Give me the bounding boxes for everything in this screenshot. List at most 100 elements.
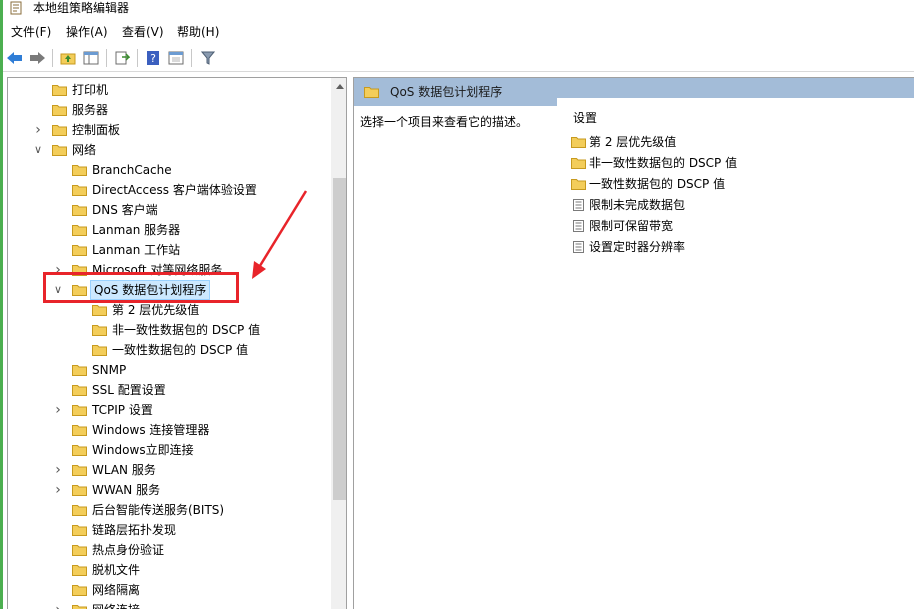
- chevron-right-icon[interactable]: ›: [52, 463, 64, 477]
- tree-item-label: 第 2 层优先级值: [112, 303, 200, 317]
- column-header-setting[interactable]: 设置: [573, 110, 597, 126]
- menu-view[interactable]: 查看(V): [120, 24, 166, 40]
- folder-icon: [72, 465, 87, 476]
- tree-item[interactable]: › 控制面板: [8, 120, 330, 140]
- tree-item-label: Windows 连接管理器: [92, 423, 210, 437]
- folder-icon: [72, 505, 87, 516]
- settings-item-label: 第 2 层优先级值: [589, 135, 677, 149]
- tree-item[interactable]: Windows立即连接: [8, 440, 330, 460]
- toolbar: ?: [3, 44, 914, 72]
- tree-item-label: BranchCache: [92, 163, 172, 177]
- tree-item[interactable]: › TCPIP 设置: [8, 400, 330, 420]
- folder-icon: [72, 605, 87, 609]
- tree-item-label: SNMP: [92, 363, 127, 377]
- forward-arrow-icon[interactable]: [27, 48, 47, 68]
- settings-folder-item[interactable]: 非一致性数据包的 DSCP 值: [569, 153, 909, 173]
- chevron-down-icon[interactable]: ∨: [32, 143, 44, 157]
- policy-setting-icon: [573, 220, 584, 232]
- settings-item-label: 限制可保留带宽: [589, 219, 674, 233]
- tree-item-label: 网络: [72, 143, 97, 157]
- folder-icon: [92, 305, 107, 316]
- settings-policy-item[interactable]: 限制未完成数据包: [569, 195, 909, 215]
- show-hide-tree-icon[interactable]: [81, 48, 101, 68]
- tree-item-label: 网络隔离: [92, 583, 141, 597]
- tree-item[interactable]: ∨ 网络: [8, 140, 330, 160]
- tree-item-label: 服务器: [72, 103, 109, 117]
- folder-icon: [571, 158, 586, 169]
- menu-help[interactable]: 帮助(H): [175, 24, 221, 40]
- tree-item[interactable]: Windows 连接管理器: [8, 420, 330, 440]
- folder-icon: [72, 425, 87, 436]
- folder-icon: [72, 185, 87, 196]
- folder-icon: [72, 485, 87, 496]
- folder-icon: [52, 145, 67, 156]
- tree-item[interactable]: 服务器: [8, 100, 330, 120]
- filter-icon[interactable]: [198, 48, 218, 68]
- tree-item[interactable]: 一致性数据包的 DSCP 值: [8, 340, 330, 360]
- tree-item-label: SSL 配置设置: [92, 383, 166, 397]
- help-icon[interactable]: ?: [143, 48, 163, 68]
- tree-item-label: 链路层拓扑发现: [92, 523, 177, 537]
- settings-policy-item[interactable]: 限制可保留带宽: [569, 216, 909, 236]
- folder-icon: [92, 325, 107, 336]
- chevron-right-icon[interactable]: ›: [52, 403, 64, 417]
- console-icon[interactable]: [166, 48, 186, 68]
- chevron-right-icon[interactable]: ›: [52, 483, 64, 497]
- chevron-right-icon[interactable]: ›: [52, 603, 64, 609]
- scroll-thumb[interactable]: [333, 178, 346, 500]
- tree-item[interactable]: 热点身份验证: [8, 540, 330, 560]
- up-folder-icon[interactable]: [58, 48, 78, 68]
- folder-icon: [72, 205, 87, 216]
- gpedit-window: 本地组策略编辑器 文件(F) 操作(A) 查看(V) 帮助(H) ? 打印机 服…: [0, 0, 914, 609]
- policy-editor-icon: [10, 1, 22, 15]
- tree-item[interactable]: 非一致性数据包的 DSCP 值: [8, 320, 330, 340]
- tree-item[interactable]: › WWAN 服务: [8, 480, 330, 500]
- tree-item-label: WWAN 服务: [92, 483, 161, 497]
- chevron-right-icon[interactable]: ›: [32, 123, 44, 137]
- settings-item-label: 非一致性数据包的 DSCP 值: [589, 156, 738, 170]
- svg-text:?: ?: [150, 52, 156, 65]
- settings-policy-item[interactable]: 设置定时器分辨率: [569, 237, 909, 257]
- tree-pane: 打印机 服务器 › 控制面板 ∨ 网络 BranchCache DirectAccess 客户…: [7, 77, 347, 609]
- settings-folder-item[interactable]: 一致性数据包的 DSCP 值: [569, 174, 909, 194]
- menu-action[interactable]: 操作(A): [64, 24, 110, 40]
- settings-item-label: 设置定时器分辨率: [589, 240, 686, 254]
- export-list-icon[interactable]: [112, 48, 132, 68]
- tree-item-label: 后台智能传送服务(BITS): [92, 503, 225, 517]
- tree-item-label: Lanman 工作站: [92, 243, 181, 257]
- folder-icon: [72, 385, 87, 396]
- folder-icon: [571, 179, 586, 190]
- folder-icon: [72, 545, 87, 556]
- tree-item[interactable]: 打印机: [8, 80, 330, 100]
- tree-item-label: TCPIP 设置: [92, 403, 153, 417]
- folder-icon: [72, 525, 87, 536]
- tree-item[interactable]: SNMP: [8, 360, 330, 380]
- annotation-highlight-box: [43, 272, 239, 303]
- settings-folder-item[interactable]: 第 2 层优先级值: [569, 132, 909, 152]
- tree-item[interactable]: SSL 配置设置: [8, 380, 330, 400]
- tree-item[interactable]: 链路层拓扑发现: [8, 520, 330, 540]
- folder-icon: [571, 137, 586, 148]
- folder-icon: [72, 585, 87, 596]
- tree-item[interactable]: 后台智能传送服务(BITS): [8, 500, 330, 520]
- tree-item-label: WLAN 服务: [92, 463, 156, 477]
- settings-item-label: 一致性数据包的 DSCP 值: [589, 177, 726, 191]
- annotation-arrow-icon: [252, 190, 308, 279]
- tree-item[interactable]: BranchCache: [8, 160, 330, 180]
- tree-item-label: 热点身份验证: [92, 543, 165, 557]
- menu-file[interactable]: 文件(F): [9, 24, 53, 40]
- tree-item[interactable]: › 网络连接: [8, 600, 330, 609]
- toolbar-separator: [191, 49, 192, 67]
- tree-item[interactable]: 网络隔离: [8, 580, 330, 600]
- tree-item-label: 非一致性数据包的 DSCP 值: [112, 323, 261, 337]
- scroll-up-arrow-icon[interactable]: [331, 78, 346, 95]
- tree-item[interactable]: 脱机文件: [8, 560, 330, 580]
- tree-item[interactable]: 第 2 层优先级值: [8, 300, 330, 320]
- title-bar: 本地组策略编辑器: [3, 0, 914, 18]
- toolbar-separator: [106, 49, 107, 67]
- tree-item-label: 控制面板: [72, 123, 121, 137]
- tree-item[interactable]: › WLAN 服务: [8, 460, 330, 480]
- tree-vertical-scrollbar[interactable]: [331, 78, 346, 609]
- back-arrow-icon[interactable]: [5, 48, 25, 68]
- tree-item-label: 网络连接: [90, 601, 142, 609]
